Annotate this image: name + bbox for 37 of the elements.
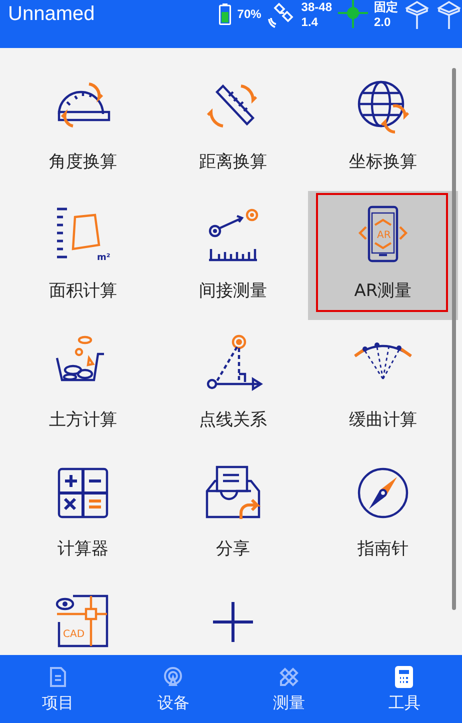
tool-label: 角度换算	[49, 151, 117, 174]
satellite-icon	[267, 0, 296, 28]
fix-age: 2.0	[374, 15, 392, 30]
tool-label: 面积计算	[49, 280, 117, 303]
tool-tile[interactable]: 计算器	[8, 449, 158, 578]
tool-label: 分享	[216, 538, 250, 561]
tool-label: 缓曲计算	[349, 409, 417, 432]
tool-tile[interactable]: 距离换算	[158, 62, 308, 191]
project-title: Unnamed	[8, 2, 95, 27]
tool-tile[interactable]: 指南针	[308, 449, 458, 578]
tool-tile[interactable]: AR AR测量	[308, 191, 458, 320]
tool-tile[interactable]: m² 面积计算	[8, 191, 158, 320]
tool-label: 坐标换算	[349, 151, 417, 174]
satellite-count: 38-48	[301, 0, 332, 15]
tool-tile[interactable]: 点线关系	[158, 320, 308, 449]
tool-tile[interactable]: 分享	[158, 449, 308, 578]
nav-tab[interactable]: 设备	[116, 655, 231, 723]
tool-tile[interactable]: 土方计算	[8, 320, 158, 449]
tool-tile[interactable]: 坐标换算	[308, 62, 458, 191]
battery-icon	[219, 3, 232, 25]
nav-tab[interactable]: 测量	[231, 655, 346, 723]
tool-tile[interactable]: 角度换算	[8, 62, 158, 191]
tool-tile[interactable]: 间接测量	[158, 191, 308, 320]
nav-tab[interactable]: 工具	[346, 655, 462, 723]
tool-label: AR测量	[354, 280, 412, 303]
tool-label: 间接测量	[199, 280, 267, 303]
tool-tile[interactable]: 缓曲计算	[308, 320, 458, 449]
tool-label: 土方计算	[49, 409, 117, 432]
tool-label: 指南针	[358, 538, 408, 561]
crosshair-icon	[338, 0, 368, 28]
tool-label: 距离换算	[199, 151, 267, 174]
tool-label: 点线关系	[199, 409, 267, 432]
tool-label: 计算器	[58, 538, 108, 561]
pdop-value: 1.4	[301, 15, 319, 30]
battery-percent: 70%	[237, 6, 262, 23]
fix-status: 固定	[374, 0, 398, 15]
nav-tab[interactable]: 项目	[0, 655, 116, 723]
